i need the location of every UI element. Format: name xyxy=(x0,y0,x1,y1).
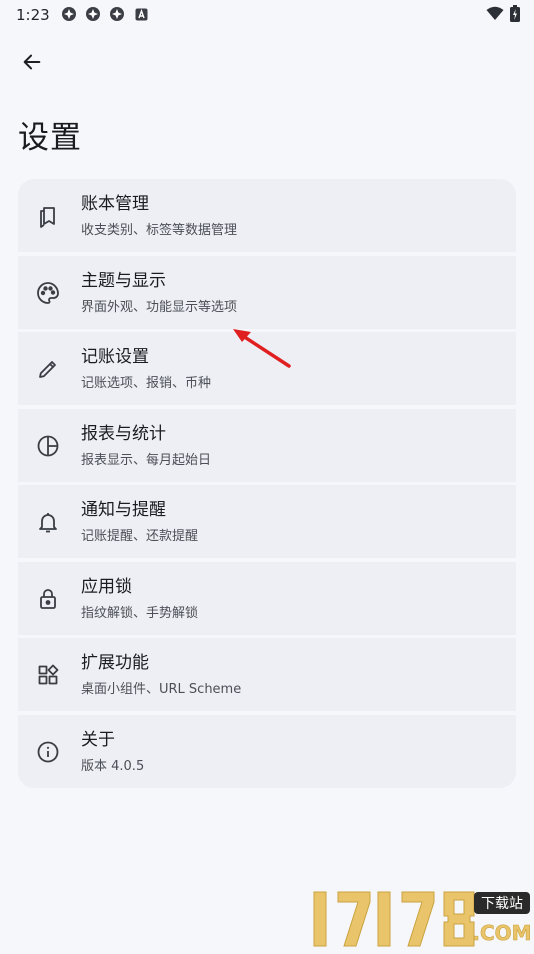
settings-item-title: 通知与提醒 xyxy=(81,500,166,520)
settings-item-theme-display[interactable]: 主题与显示 界面外观、功能显示等选项 xyxy=(18,255,516,329)
settings-item-title: 扩展功能 xyxy=(81,653,149,673)
pencil-icon xyxy=(36,357,60,381)
settings-list: 账本管理 收支类别、标签等数据管理 主题与显示 界面外观、功能显示等选项 记账设… xyxy=(18,179,516,788)
palette-icon xyxy=(36,281,60,305)
status-bar: 1:23 xyxy=(0,0,534,28)
settings-item-title: 报表与统计 xyxy=(81,423,166,444)
pie-chart-icon xyxy=(36,434,60,458)
settings-item-title: 账本管理 xyxy=(81,194,149,214)
settings-item-notifications-reminders[interactable]: 通知与提醒 记账提醒、还款提醒 xyxy=(18,485,516,558)
settings-item-subtitle: 界面外观、功能显示等选项 xyxy=(81,299,238,315)
app-notification-icon xyxy=(84,6,102,22)
watermark-badge: 下载站 xyxy=(481,896,523,912)
settings-item-app-lock[interactable]: 应用锁 指纹解锁、手势解锁 xyxy=(18,561,516,635)
bell-icon xyxy=(36,510,60,534)
watermark-logo: 下载站 .COM 17178 xyxy=(308,886,534,950)
settings-item-subtitle: 记账提醒、还款提醒 xyxy=(81,529,199,544)
bookmarks-icon xyxy=(36,204,60,228)
settings-item-subtitle: 报表显示、每月起始日 xyxy=(81,452,212,468)
settings-item-reports-statistics[interactable]: 报表与统计 报表显示、每月起始日 xyxy=(18,408,516,482)
settings-item-subtitle: 桌面小组件、URL Scheme xyxy=(81,682,242,697)
wifi-icon xyxy=(486,6,504,25)
widgets-icon xyxy=(36,663,60,687)
back-button[interactable] xyxy=(16,48,48,80)
app-notification-icon xyxy=(108,6,126,22)
status-system-icons xyxy=(486,5,520,26)
android-a-icon xyxy=(132,6,150,22)
settings-item-account-management[interactable]: 账本管理 收支类别、标签等数据管理 xyxy=(18,179,516,252)
status-notification-icons xyxy=(60,6,150,22)
settings-item-subtitle: 版本 4.0.5 xyxy=(81,758,145,774)
settings-item-title: 记账设置 xyxy=(81,347,149,367)
annotation-arrow-icon xyxy=(233,329,291,368)
settings-item-extensions[interactable]: 扩展功能 桌面小组件、URL Scheme xyxy=(18,638,516,711)
arrow-left-icon xyxy=(21,51,43,77)
settings-item-subtitle: 指纹解锁、手势解锁 xyxy=(81,605,199,621)
settings-item-title: 关于 xyxy=(81,729,115,750)
app-notification-icon xyxy=(60,6,78,22)
watermark-domain: .COM xyxy=(472,921,531,945)
settings-item-subtitle: 收支类别、标签等数据管理 xyxy=(81,223,238,238)
status-time: 1:23 xyxy=(16,6,50,24)
settings-item-title: 应用锁 xyxy=(81,576,132,597)
page-title: 设置 xyxy=(18,120,82,156)
lock-icon xyxy=(36,587,60,611)
settings-item-subtitle: 记账选项、报销、币种 xyxy=(81,376,212,391)
watermark-brand: 17178 xyxy=(308,886,312,887)
info-icon xyxy=(36,740,60,764)
battery-charging-icon xyxy=(510,5,520,26)
settings-item-about[interactable]: 关于 版本 4.0.5 xyxy=(18,714,516,788)
settings-item-title: 主题与显示 xyxy=(81,270,166,291)
